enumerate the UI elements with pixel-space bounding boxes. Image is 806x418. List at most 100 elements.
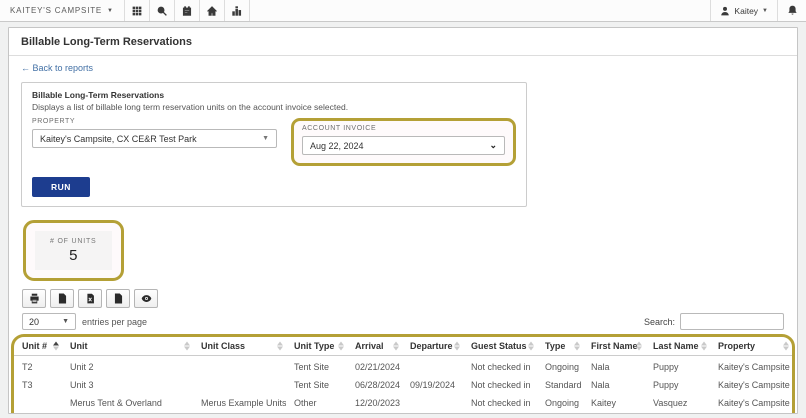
file-csv-icon — [114, 293, 122, 304]
account-invoice-select[interactable]: Aug 22, 2024 ⌄ — [302, 136, 505, 155]
sort-icon — [454, 341, 460, 351]
user-icon — [721, 6, 730, 15]
table-cell: T3 — [22, 380, 33, 390]
calendar-icon — [182, 5, 191, 16]
column-header-first-name[interactable]: First Name — [583, 337, 645, 356]
property-switcher[interactable]: KAITEY'S CAMPSITE ▼ — [0, 0, 125, 21]
table-cell: Merus Example Units — [201, 398, 286, 408]
invoice-field-label: ACCOUNT INVOICE — [302, 125, 377, 132]
page-size-select[interactable]: 20 ▼ — [22, 313, 76, 330]
notifications-button[interactable] — [778, 0, 806, 21]
file-pdf-icon — [58, 293, 66, 304]
units-summary-label: # OF UNITS — [50, 238, 97, 245]
back-link-label: Back to reports — [32, 63, 94, 73]
sort-icon — [783, 341, 789, 351]
search-nav-button[interactable] — [149, 0, 175, 21]
units-summary-highlight: # OF UNITS 5 — [23, 220, 124, 281]
table-cell: Tent Site — [294, 380, 330, 390]
export-toolbar — [22, 289, 797, 308]
table-body: T2 Unit 2 Tent Site 02/21/2024 Not checked i… — [14, 356, 792, 414]
column-header-unit-[interactable]: Unit # — [14, 337, 62, 356]
table-row: Merus GlampingMerus Example UnitsOther01… — [14, 412, 792, 413]
column-visibility-button[interactable] — [134, 289, 158, 308]
column-header-unit[interactable]: Unit — [62, 337, 193, 356]
pdf-export-button[interactable] — [50, 289, 74, 308]
table-cell: Kaitey — [591, 398, 617, 408]
user-menu[interactable]: Kaitey ▼ — [710, 0, 778, 21]
units-summary-value: 5 — [69, 247, 78, 264]
table-cell: Kaitey's Campsite — [718, 362, 790, 372]
column-header-label: Property — [718, 341, 756, 351]
table-cell — [402, 356, 463, 377]
table-cell: Tent Site — [294, 362, 330, 372]
column-header-label: Unit # — [22, 341, 48, 351]
table-cell — [193, 356, 286, 377]
column-header-unit-class[interactable]: Unit Class — [193, 337, 286, 356]
column-header-departure[interactable]: Departure — [402, 337, 463, 356]
column-header-label: Guest Status — [471, 341, 527, 351]
table-cell: Merus Glamping — [62, 412, 193, 413]
column-header-label: Arrival — [355, 341, 384, 351]
report-form-card: Billable Long-Term Reservations Displays… — [21, 82, 527, 207]
eye-icon — [141, 295, 151, 302]
excel-export-button[interactable] — [78, 289, 102, 308]
column-header-label: Last Name — [653, 341, 699, 351]
sort-icon — [574, 341, 580, 351]
reports-nav-button[interactable] — [224, 0, 250, 21]
printer-icon — [29, 293, 39, 304]
property-select[interactable]: Kaitey's Campsite, CX CE&R Test Park ▼ — [32, 129, 277, 148]
table-cell — [14, 394, 62, 412]
column-header-last-name[interactable]: Last Name — [645, 337, 710, 356]
table-cell: Vasquez — [653, 398, 688, 408]
reservations-nav-button[interactable] — [174, 0, 200, 21]
table-cell: 02/21/2024 — [355, 362, 401, 372]
table-cell: Not checked in — [471, 380, 531, 390]
column-header-property[interactable]: Property — [710, 337, 792, 356]
column-header-arrival[interactable]: Arrival — [347, 337, 402, 356]
bell-icon — [787, 5, 797, 15]
table-cell: Not checked in — [471, 398, 531, 408]
search-input[interactable] — [680, 313, 784, 330]
results-table-highlight: Unit # Unit Unit Class Unit Type Arrival Depa… — [11, 334, 795, 414]
invoice-select-value: Aug 22, 2024 — [310, 140, 364, 151]
apps-grid-button[interactable] — [124, 0, 150, 21]
file-excel-icon — [86, 293, 94, 304]
table-cell — [14, 412, 62, 413]
table-search: Search: — [644, 313, 784, 330]
table-header-row: Unit # Unit Unit Class Unit Type Arrival Depa… — [14, 337, 792, 356]
property-field-group: PROPERTY Kaitey's Campsite, CX CE&R Test… — [32, 118, 277, 148]
table-cell: Ongoing — [545, 398, 580, 408]
table-cell: Other — [294, 398, 317, 408]
table-cell: Not checked in — [471, 362, 531, 372]
print-button[interactable] — [22, 289, 46, 308]
home-nav-button[interactable] — [199, 0, 225, 21]
main-panel: Billable Long-Term Reservations ← Back t… — [8, 27, 798, 414]
run-button[interactable]: RUN — [32, 177, 90, 197]
sort-icon — [53, 341, 59, 351]
table-cell: Puppy — [653, 380, 679, 390]
table-cell: 01/22/2024 — [347, 412, 402, 413]
table-cell: 06/28/2024 — [355, 380, 401, 390]
column-header-unit-type[interactable]: Unit Type — [286, 337, 347, 356]
page-size-value: 20 — [29, 316, 40, 327]
column-header-type[interactable]: Type — [537, 337, 583, 356]
sort-icon — [528, 341, 534, 351]
user-name: Kaitey — [734, 5, 759, 16]
search-icon — [157, 6, 167, 16]
column-header-label: First Name — [591, 341, 638, 351]
sort-icon — [338, 341, 344, 351]
csv-export-button[interactable] — [106, 289, 130, 308]
table-cell: Ongoing — [545, 362, 580, 372]
top-navigation-bar: KAITEY'S CAMPSITE ▼ Kaitey ▼ — [0, 0, 806, 22]
table-cell: Unit 2 — [70, 362, 94, 372]
back-to-reports-link[interactable]: ← Back to reports — [21, 63, 93, 73]
sort-icon — [393, 341, 399, 351]
table-controls-row: 20 ▼ entries per page Search: — [22, 313, 784, 330]
table-cell: 12/20/2023 — [355, 398, 401, 408]
entries-per-page-label: entries per page — [82, 316, 148, 327]
account-invoice-highlight: ACCOUNT INVOICE Aug 22, 2024 ⌄ — [291, 118, 516, 166]
table-cell: Ongoing — [537, 412, 583, 413]
column-header-guest-status[interactable]: Guest Status — [463, 337, 537, 356]
table-cell: Vasquez — [645, 412, 710, 413]
